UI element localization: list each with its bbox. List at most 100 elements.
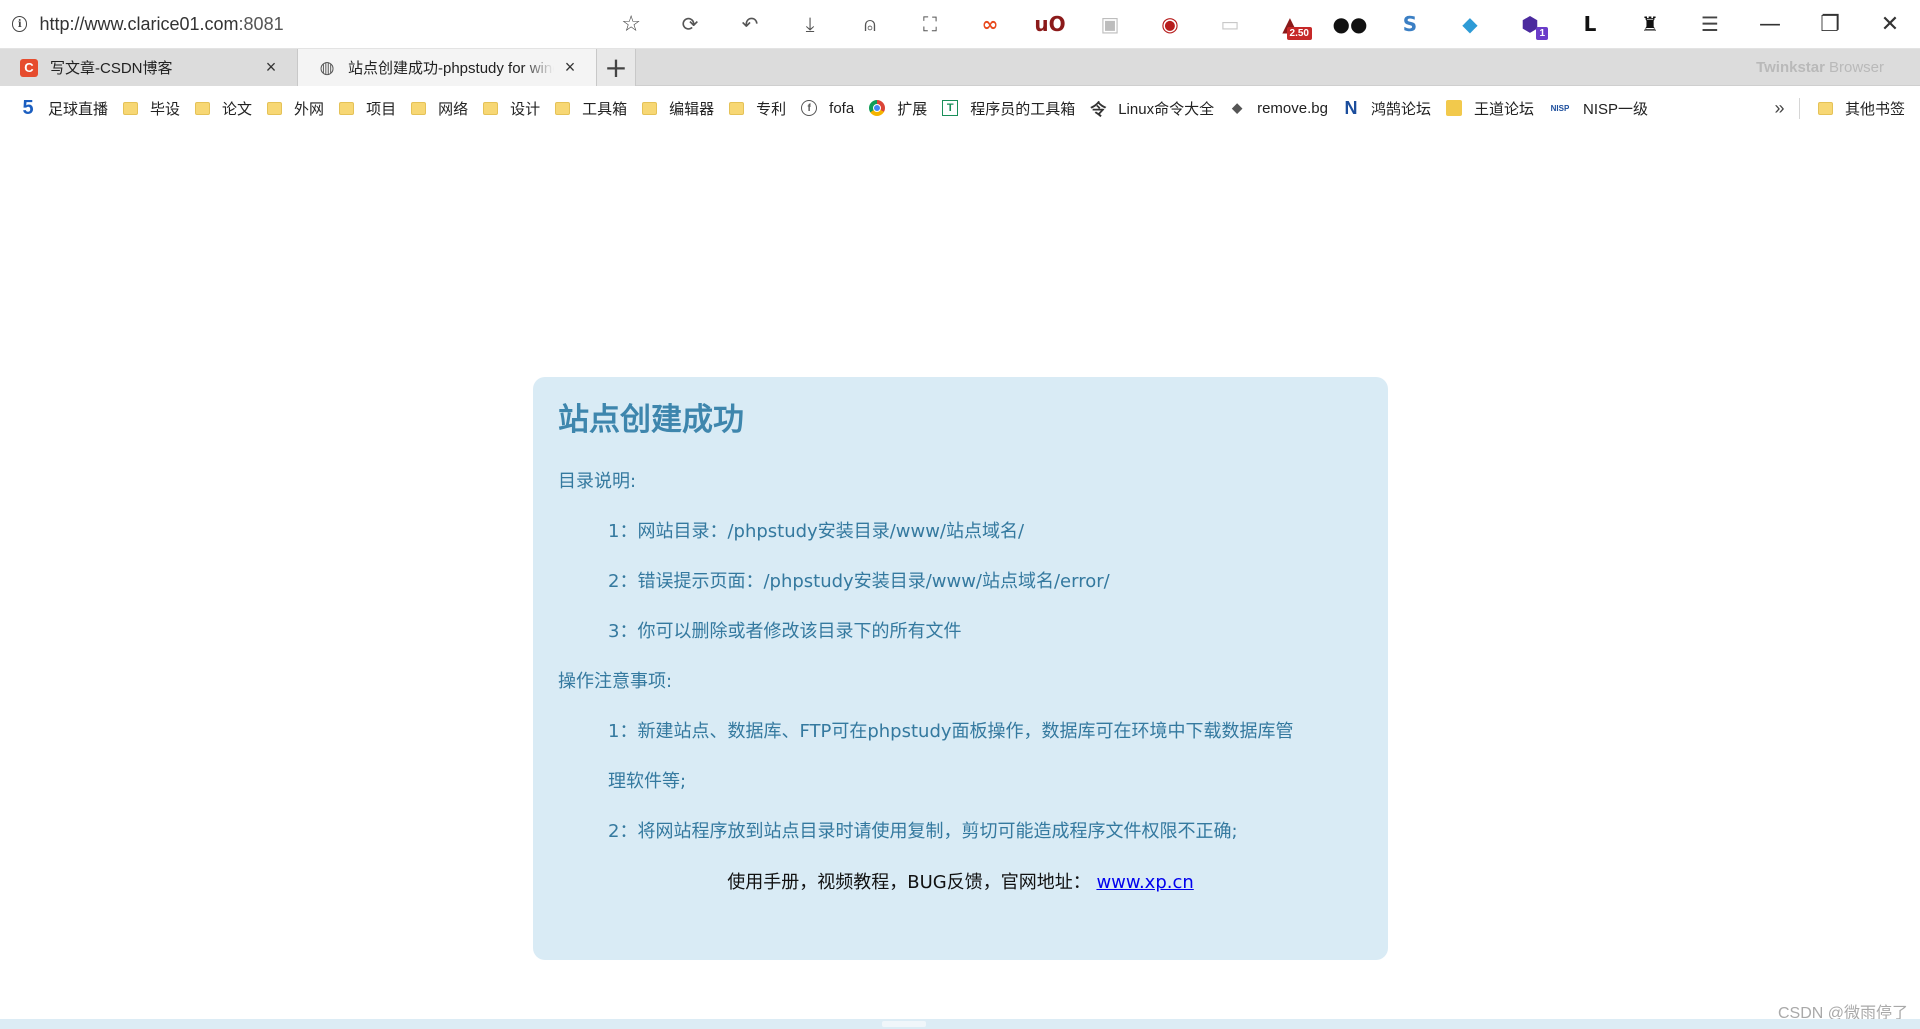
globe-icon: ◍ xyxy=(319,57,335,77)
account-icon[interactable]: ⍝ xyxy=(840,0,900,49)
undo-icon-glyph: ↶ xyxy=(741,12,759,36)
crop-icon-glyph: ⛶ xyxy=(923,12,937,36)
bottom-strip xyxy=(0,1019,1920,1029)
l-extension-icon[interactable]: L xyxy=(1560,0,1620,49)
restore-button[interactable]: ❐ xyxy=(1800,0,1860,49)
ops-item: 2：将网站程序放到站点目录时请使用复制，剪切可能造成程序文件权限不正确; xyxy=(608,821,1238,842)
folder-icon xyxy=(267,101,283,115)
menu-icon[interactable]: ☰ xyxy=(1680,0,1740,49)
bookmark-item[interactable]: 令 Linux命令大全 xyxy=(1090,98,1215,120)
bookmark-item[interactable]: 专利 xyxy=(729,98,786,119)
shield-extension-icon[interactable]: ◆ xyxy=(1440,0,1500,49)
tab-title: 站点创建成功-phpstudy for windows xyxy=(348,60,554,77)
tab-close-icon[interactable]: × xyxy=(562,57,578,77)
folder-icon xyxy=(339,101,355,115)
bookmark-label: 王道论坛 xyxy=(1473,100,1534,118)
minimize-button[interactable]: — xyxy=(1740,0,1800,49)
folder-icon xyxy=(483,101,499,115)
bookmark-label: 其他书签 xyxy=(1844,100,1905,118)
browser-toolbar: i http://www.clarice01.com:8081 ☆ ⟳ ↶ ⤓ ⍝ ⛶ ∞… xyxy=(0,0,1920,49)
bookmark-item[interactable]: 编辑器 xyxy=(642,98,714,119)
tab-strip: C 写文章-CSDN博客 × ◍ 站点创建成功-phpstudy for win… xyxy=(0,49,1920,86)
bookmark-label: 编辑器 xyxy=(669,100,715,118)
bookmark-star-icon[interactable]: ☆ xyxy=(602,0,660,49)
download-icon-glyph: ⤓ xyxy=(805,12,815,36)
bookmark-label: 足球直播 xyxy=(48,100,109,118)
official-site-link[interactable]: www.xp.cn xyxy=(1096,872,1193,893)
removebg-icon: ◆ xyxy=(1232,100,1243,115)
bookmark-item[interactable]: N 鸿鹄论坛 xyxy=(1343,98,1431,119)
bookmark-item[interactable]: ◆ remove.bg xyxy=(1229,100,1328,117)
menu-icon-glyph: ☰ xyxy=(1701,12,1719,36)
image-extension-icon[interactable]: ▣ xyxy=(1080,0,1140,49)
crop-icon[interactable]: ⛶ xyxy=(900,0,960,49)
bookmark-label: NISP一级 xyxy=(1583,100,1649,118)
record-extension-icon[interactable]: ◉ xyxy=(1140,0,1200,49)
cube-extension-icon[interactable]: ⬢ 1 xyxy=(1500,0,1560,49)
page-content: 站点创建成功 目录说明: 1：网站目录：/phpstudy安装目录/www/站点… xyxy=(0,129,1920,1019)
tampermonkey-icon-glyph: ●● xyxy=(1332,12,1368,36)
close-window-button[interactable]: ✕ xyxy=(1860,0,1920,49)
dir-section-title: 目录说明: xyxy=(558,471,637,492)
bookmark-label: 专利 xyxy=(756,100,787,118)
undo-icon[interactable]: ↶ xyxy=(720,0,780,49)
new-tab-button[interactable]: + xyxy=(596,49,636,86)
bookmark-item[interactable]: 扩展 xyxy=(869,98,927,119)
infinity-extension-icon-glyph: ∞ xyxy=(981,12,999,36)
bookmark-label: 项目 xyxy=(366,100,397,118)
extension-badge: 2.50 xyxy=(1286,26,1312,40)
tampermonkey-icon[interactable]: ●● xyxy=(1320,0,1380,49)
brand-bold: Twinkstar xyxy=(1756,58,1825,76)
bookmark-item[interactable]: f fofa xyxy=(801,100,854,117)
hat-extension-icon-glyph: ♜ xyxy=(1641,12,1659,36)
s-extension-icon-glyph: S xyxy=(1402,12,1418,36)
bookmark-label: 扩展 xyxy=(897,100,928,118)
fofa-icon: f xyxy=(801,100,818,116)
bookmark-label: remove.bg xyxy=(1257,99,1328,117)
bookmark-item[interactable]: 王道论坛 xyxy=(1445,98,1534,119)
s-extension-icon[interactable]: S xyxy=(1380,0,1440,49)
bookmark-item[interactable]: 设计 xyxy=(483,98,540,119)
hat-extension-icon[interactable]: ♜ xyxy=(1620,0,1680,49)
bottom-handle[interactable] xyxy=(882,1021,926,1027)
folder-icon xyxy=(123,101,139,115)
bookmark-label: Linux命令大全 xyxy=(1118,100,1215,118)
infinity-extension-icon[interactable]: ∞ xyxy=(960,0,1020,49)
download-icon[interactable]: ⤓ xyxy=(780,0,840,49)
bookmark-item[interactable]: 外网 xyxy=(267,98,324,119)
tab-close-icon[interactable]: × xyxy=(263,57,279,77)
tab-csdn[interactable]: C 写文章-CSDN博客 × xyxy=(0,49,298,86)
reload-icon-glyph: ⟳ xyxy=(681,12,699,36)
shield-extension-icon-glyph: ◆ xyxy=(1462,12,1478,36)
bookmark-label: 外网 xyxy=(294,100,325,118)
screen-extension-icon-glyph: ▭ xyxy=(1220,12,1240,36)
five-icon: 5 xyxy=(22,96,34,119)
bookmark-label: 设计 xyxy=(510,100,541,118)
screen-extension-icon[interactable]: ▭ xyxy=(1200,0,1260,49)
window-controls: — ❐ ✕ xyxy=(1740,0,1920,49)
site-info-icon[interactable]: i xyxy=(12,16,28,32)
bookmark-item[interactable]: 项目 xyxy=(339,98,396,119)
bookmark-other[interactable]: 其他书签 xyxy=(1817,98,1905,119)
bookmark-item[interactable]: 论文 xyxy=(195,98,252,119)
bookmark-label: 程序员的工具箱 xyxy=(970,100,1076,118)
address-bar[interactable]: http://www.clarice01.com:8081 xyxy=(39,14,602,35)
bookmark-item[interactable]: 工具箱 xyxy=(555,98,627,119)
tool-icon: T xyxy=(942,100,959,116)
ublock-icon[interactable]: uO xyxy=(1020,0,1080,49)
bookmark-item[interactable]: 5 足球直播 xyxy=(20,96,109,119)
bookmarks-overflow: » 其他书签 xyxy=(1760,97,1920,119)
bookmark-label: 鸿鹄论坛 xyxy=(1370,100,1431,118)
bookmark-item[interactable]: 毕设 xyxy=(123,98,180,119)
speed-extension-icon[interactable]: ▲ 2.50 xyxy=(1260,0,1320,49)
folder-icon xyxy=(555,101,571,115)
reload-icon[interactable]: ⟳ xyxy=(660,0,720,49)
tab-title: 写文章-CSDN博客 xyxy=(50,60,173,77)
account-icon-glyph: ⍝ xyxy=(864,12,876,36)
bookmark-label: 论文 xyxy=(222,100,253,118)
bookmark-item[interactable]: T 程序员的工具箱 xyxy=(942,98,1075,119)
bookmark-item[interactable]: NISP NISP一级 xyxy=(1549,98,1648,119)
bookmark-item[interactable]: 网络 xyxy=(411,98,468,119)
chevron-right-icon[interactable]: » xyxy=(1760,97,1800,119)
tab-phpstudy[interactable]: ◍ 站点创建成功-phpstudy for windows × xyxy=(298,49,596,86)
